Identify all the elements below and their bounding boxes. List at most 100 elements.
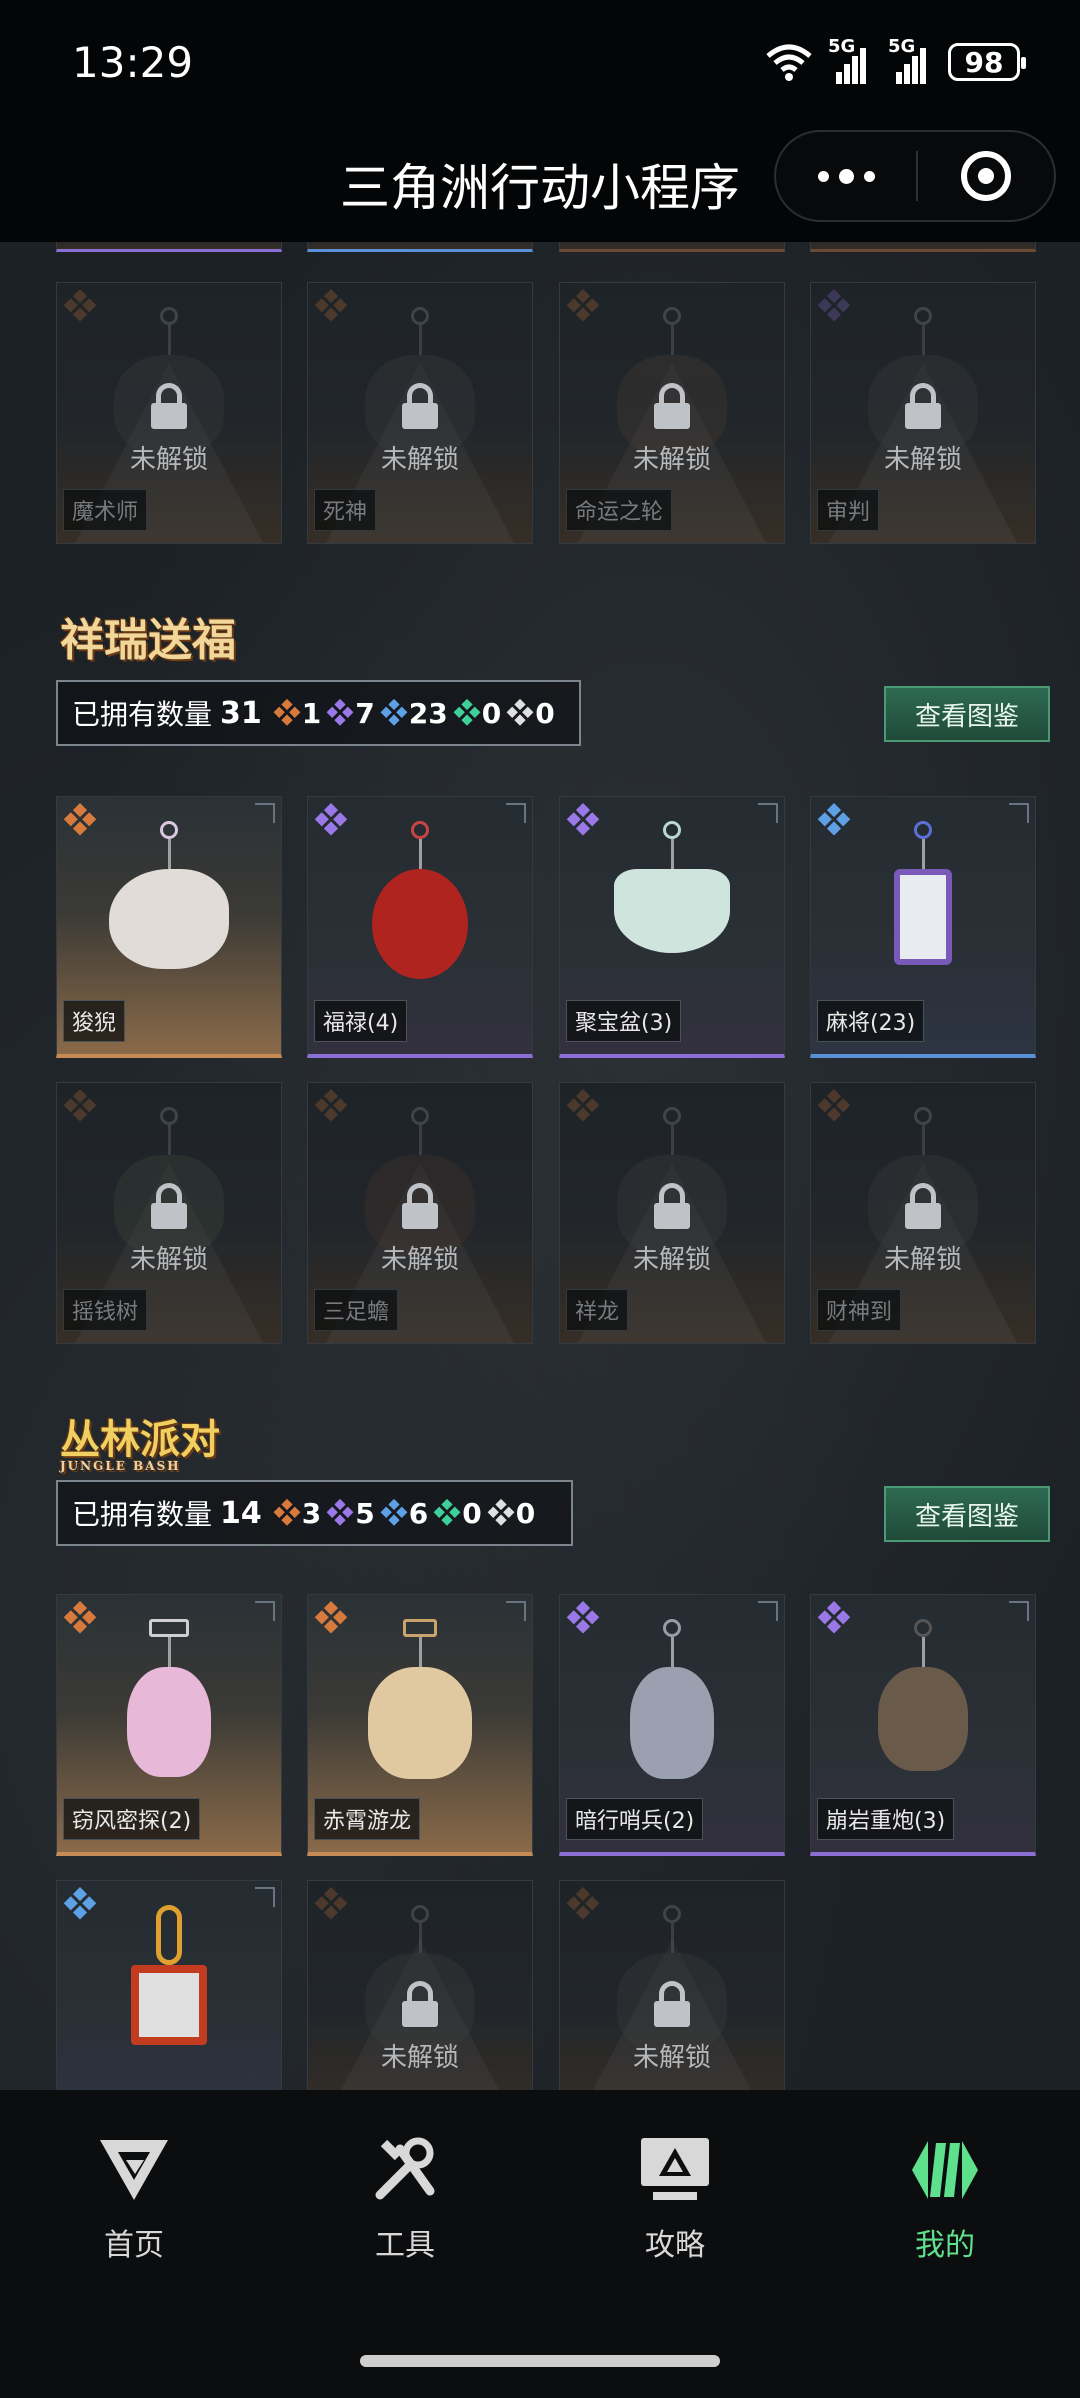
charm-name: 赤霄游龙 [314,1798,421,1840]
orange-rarity-icon [271,1497,302,1528]
status-icons: 5G 5G 98 [764,36,1026,84]
orange-rarity-icon [271,697,302,728]
tab-profile[interactable]: 我的 [845,2130,1045,2264]
owned-label: 已拥有数量 [72,1498,213,1531]
charm-name: 审判 [817,489,880,531]
charm-card[interactable]: 未解锁 财神到 [810,1082,1036,1344]
tools-icon [375,2137,435,2200]
mini-program-capsule [774,130,1056,222]
signal-1-label: 5G [828,36,856,57]
green-rarity-icon [451,697,482,728]
signal-icon: 5G [828,36,874,84]
charm-card[interactable]: 未解锁 摇钱树 [56,1082,282,1344]
more-dots-icon [817,170,829,182]
charm-name: 三足蟾 [314,1289,399,1331]
owned-count-box: 已拥有数量 31 1 7 23 0 0 [56,680,581,746]
guide-monitor-icon [641,2138,709,2200]
blue-rarity-icon [378,697,409,728]
owned-count-box: 已拥有数量 14 3 5 6 0 0 [56,1480,573,1546]
wifi-icon [766,44,812,81]
charm-card[interactable]: 未解锁 [307,1880,533,2090]
charm-name: 摇钱树 [63,1289,148,1331]
home-indicator[interactable] [360,2355,720,2367]
purple-rarity-icon [325,1497,356,1528]
charm-card[interactable]: 窃风密探(2) [56,1594,282,1856]
lock-icon: 未解锁 [560,1981,784,2074]
charm-name: 祥龙 [566,1289,629,1331]
charm-card[interactable]: 未解锁 审判 [810,282,1036,544]
lock-icon: 未解锁 [560,383,784,476]
signal-2-label: 5G [888,36,916,57]
battery-level: 98 [964,45,1004,79]
home-logo-icon [100,2140,168,2200]
tab-home[interactable]: 首页 [34,2130,234,2264]
lock-icon: 未解锁 [811,1183,1035,1276]
charm-card[interactable]: 聚宝盆(3) [559,796,785,1058]
charm-card[interactable] [56,1880,282,2090]
owned-total: 31 [220,695,262,731]
white-rarity-icon [505,697,536,728]
jungle-logo-text: 丛林派对 [60,1416,220,1463]
lock-icon: 未解锁 [57,383,281,476]
lock-icon: 未解锁 [560,1183,784,1276]
card-partial [56,242,282,252]
charm-name: 暗行哨兵(2) [566,1798,704,1840]
charm-card[interactable]: 未解锁 魔术师 [56,282,282,544]
card-partial [307,242,533,252]
status-time: 13:29 [72,38,194,87]
charm-name: 窃风密探(2) [63,1798,201,1840]
charm-card[interactable]: 崩岩重炮(3) [810,1594,1036,1856]
section-logo-xiangrui: 祥瑞送福 [60,615,236,666]
charm-card[interactable]: 未解锁 命运之轮 [559,282,785,544]
signal-icon: 5G [888,36,934,84]
charm-name: 聚宝盆(3) [566,1000,682,1042]
charm-name: 崩岩重炮(3) [817,1798,955,1840]
charm-card[interactable]: 福禄(4) [307,796,533,1058]
charm-card[interactable]: 未解锁 死神 [307,282,533,544]
charm-name: 财神到 [817,1289,902,1331]
charm-name: 魔术师 [63,489,148,531]
profile-logo-icon [912,2141,978,2199]
charm-card[interactable]: 狻猊 [56,796,282,1058]
charm-card[interactable]: 未解锁 祥龙 [559,1082,785,1344]
purple-rarity-icon [325,697,356,728]
tab-guide[interactable]: 攻略 [575,2130,775,2264]
battery-icon: 98 [948,43,1026,81]
lock-icon: 未解锁 [811,383,1035,476]
charm-name: 麻将(23) [817,1000,925,1042]
green-rarity-icon [432,1497,463,1528]
status-bar: 13:29 5G 5G 98 [0,0,1080,130]
charm-card[interactable]: 未解锁 三足蟾 [307,1082,533,1344]
charm-card[interactable]: 赤霄游龙 [307,1594,533,1856]
tab-home-label: 首页 [104,2228,164,2263]
section-logo-jungle: 丛林派对 JUNGLE BASH [60,1407,220,1473]
target-circle-icon [961,151,1011,201]
white-rarity-icon [485,1497,516,1528]
tab-tools-label: 工具 [375,2228,435,2263]
view-catalog-button[interactable]: 查看图鉴 [884,1486,1050,1542]
view-catalog-button[interactable]: 查看图鉴 [884,686,1050,742]
charm-name: 福禄(4) [314,1000,408,1042]
close-program-button[interactable] [918,151,1054,201]
title-bar: 三角洲行动小程序 [0,130,1080,242]
tab-tools[interactable]: 工具 [305,2130,505,2264]
tab-guide-label: 攻略 [645,2228,705,2263]
lock-icon: 未解锁 [308,1981,532,2074]
owned-label: 已拥有数量 [72,698,213,731]
tab-profile-label: 我的 [915,2228,975,2263]
blue-rarity-icon [378,1497,409,1528]
charm-name: 死神 [314,489,377,531]
bottom-tab-bar: 首页 工具 攻略 我的 [0,2090,1080,2398]
card-partial [559,242,785,252]
charm-name: 命运之轮 [566,489,673,531]
lock-icon: 未解锁 [308,1183,532,1276]
charm-name: 狻猊 [63,1000,126,1042]
charm-card[interactable]: 暗行哨兵(2) [559,1594,785,1856]
lock-icon: 未解锁 [57,1183,281,1276]
collection-content[interactable]: 未解锁 魔术师 未解锁 死神 未解锁 命运之轮 未解锁 审判 祥瑞送福 已拥有数… [0,242,1080,2090]
lock-icon: 未解锁 [308,383,532,476]
card-partial [810,242,1036,252]
more-options-button[interactable] [776,132,916,220]
charm-card[interactable]: 未解锁 [559,1880,785,2090]
charm-card[interactable]: 麻将(23) [810,796,1036,1058]
